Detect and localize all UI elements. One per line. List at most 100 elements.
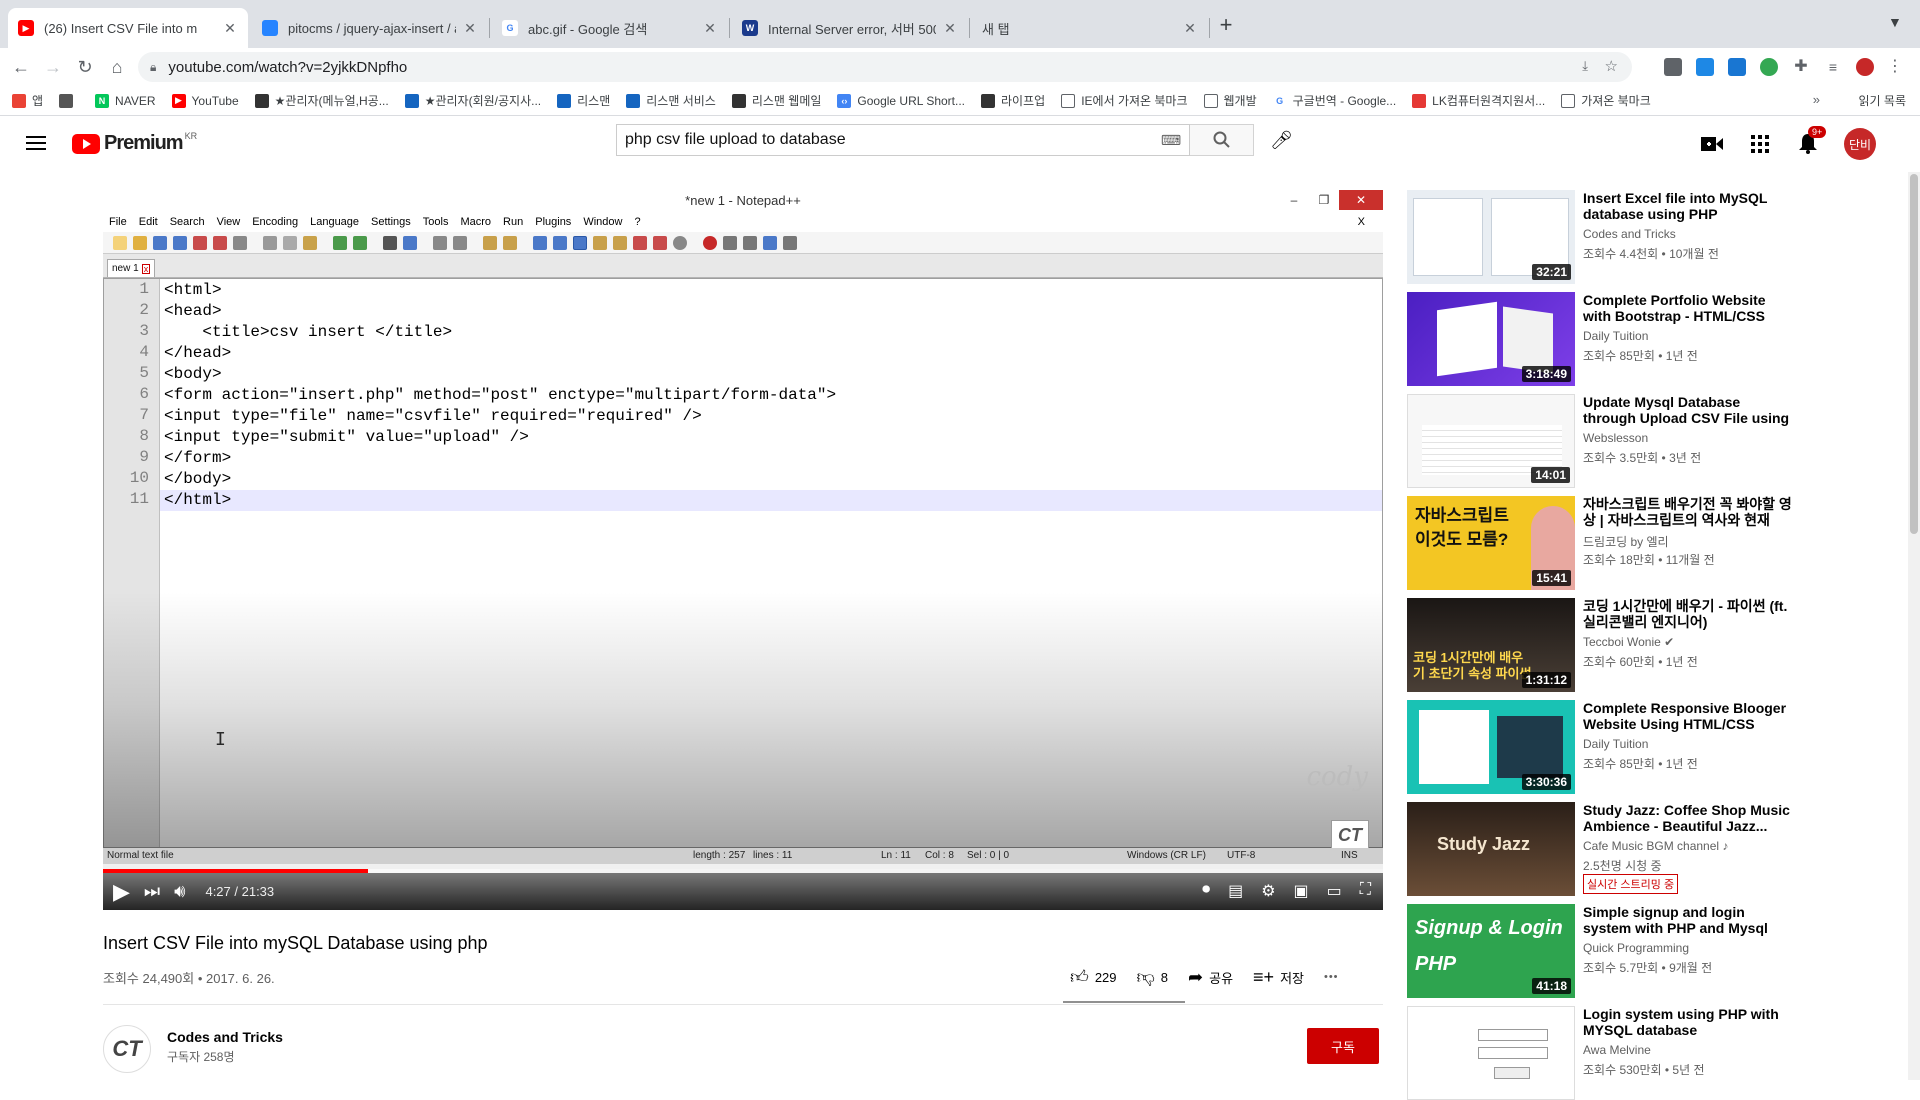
- recommendation-channel[interactable]: Daily Tuition: [1583, 737, 1648, 751]
- bookmark-item[interactable]: G 구글번역 - Google...: [1272, 92, 1396, 109]
- next-icon[interactable]: ⏭︎: [144, 881, 160, 902]
- recommendation-title[interactable]: Update Mysql Database through Upload CSV…: [1583, 394, 1793, 426]
- menu-kebab-icon[interactable]: ⋮: [1886, 58, 1904, 76]
- bookmark-item[interactable]: 리스맨 웹메일: [731, 92, 821, 109]
- recommendation-item[interactable]: 3:30:36 Complete Responsive Blooger Webs…: [1407, 700, 1907, 794]
- lock-icon[interactable]: 🔒︎: [150, 60, 156, 75]
- recommendation-channel[interactable]: Teccboi Wonie ✔: [1583, 635, 1674, 649]
- settings-gear-icon[interactable]: ⚙: [1261, 881, 1275, 901]
- puzzle-icon[interactable]: ✚: [1792, 58, 1810, 76]
- bookmark-folder[interactable]: IE에서 가져온 북마크: [1061, 92, 1188, 109]
- recommendation-title[interactable]: 코딩 1시간만에 배우기 - 파이썬 (ft. 실리콘밸리 엔지니어): [1583, 598, 1793, 630]
- home-icon[interactable]: ⌂: [106, 56, 128, 78]
- video-thumbnail[interactable]: Study Jazz: [1407, 802, 1575, 896]
- bookmark-naver[interactable]: N NAVER: [95, 93, 156, 108]
- channel-avatar[interactable]: CT: [103, 1025, 151, 1073]
- extension-icon[interactable]: [1696, 58, 1714, 76]
- recommendation-channel[interactable]: Daily Tuition: [1583, 329, 1648, 343]
- bookmark-item[interactable]: 리스맨: [557, 92, 610, 109]
- extension-icon[interactable]: [1664, 58, 1682, 76]
- video-thumbnail[interactable]: 32:21: [1407, 190, 1575, 284]
- reload-icon[interactable]: ↻: [74, 56, 96, 78]
- bookmark-apps[interactable]: 앱: [12, 92, 43, 109]
- recommendation-title[interactable]: Simple signup and login system with PHP …: [1583, 904, 1793, 936]
- browser-tab-youtube[interactable]: ▶ (26) Insert CSV File into m ✕: [8, 8, 248, 48]
- browser-tab-bitbucket[interactable]: pitocms / jquery-ajax-insert / a ✕: [252, 8, 488, 48]
- fullscreen-icon[interactable]: ⛶: [1360, 881, 1371, 901]
- miniplayer-icon[interactable]: ▣: [1294, 881, 1309, 901]
- evernote-icon[interactable]: [1760, 58, 1778, 76]
- save-button[interactable]: ≡+ 저장: [1253, 967, 1304, 988]
- autoplay-toggle-icon[interactable]: ⏺︎: [1202, 881, 1210, 901]
- page-scrollbar[interactable]: [1908, 172, 1920, 1080]
- recommendation-title[interactable]: Insert Excel file into MySQL database us…: [1583, 190, 1793, 222]
- back-icon[interactable]: ←: [10, 56, 32, 78]
- forward-icon[interactable]: →: [42, 56, 64, 78]
- recommendation-item[interactable]: Study Jazz Study Jazz: Coffee Shop Music…: [1407, 802, 1907, 896]
- subscribe-button[interactable]: 구독: [1307, 1028, 1379, 1064]
- close-tab-icon[interactable]: ✕: [222, 20, 238, 37]
- channel-name[interactable]: Codes and Tricks: [167, 1029, 283, 1045]
- recommendation-item[interactable]: 코딩 1시간만에 배우기 초단기 속성 파이썬 1:31:12 코딩 1시간만에…: [1407, 598, 1907, 692]
- account-avatar[interactable]: 단비: [1844, 128, 1876, 160]
- bookmark-folder[interactable]: 가져온 북마크: [1561, 92, 1651, 109]
- youtube-logo[interactable]: Premium KR: [72, 131, 197, 155]
- recommendation-item[interactable]: 32:21 Insert Excel file into MySQL datab…: [1407, 190, 1907, 284]
- video-thumbnail[interactable]: 코딩 1시간만에 배우기 초단기 속성 파이썬 1:31:12: [1407, 598, 1575, 692]
- media-icon[interactable]: ≡: [1824, 58, 1842, 76]
- recommendation-item[interactable]: 14:01 Update Mysql Database through Uplo…: [1407, 394, 1907, 488]
- browser-tab-error[interactable]: W Internal Server error, 서버 500 에 ✕: [732, 8, 968, 48]
- bookmark-youtube[interactable]: ▶ YouTube: [171, 93, 239, 108]
- search-button[interactable]: [1190, 124, 1254, 156]
- recommendation-item[interactable]: 자바스크립트 이것도 모름? 15:41 자바스크립트 배우기전 꼭 봐야할 영…: [1407, 496, 1907, 590]
- profile-icon[interactable]: [1856, 58, 1874, 76]
- video-thumbnail[interactable]: 3:30:36: [1407, 700, 1575, 794]
- bookmark-star-icon[interactable]: ☆: [1605, 57, 1618, 75]
- tab-search-icon[interactable]: ▼: [1888, 14, 1902, 30]
- bookmark-item[interactable]: 라이프업: [981, 92, 1045, 109]
- video-thumbnail[interactable]: 3:18:49: [1407, 292, 1575, 386]
- play-icon[interactable]: ▶: [113, 879, 130, 905]
- recommendation-item[interactable]: Login system using PHP with MYSQL databa…: [1407, 1006, 1907, 1100]
- extension-icon[interactable]: [1728, 58, 1746, 76]
- close-tab-icon[interactable]: ✕: [1182, 20, 1198, 37]
- bookmarks-overflow[interactable]: »: [1813, 92, 1820, 107]
- like-button[interactable]: 👍︎ 229: [1070, 966, 1117, 988]
- more-actions-icon[interactable]: •••: [1324, 971, 1339, 983]
- hamburger-menu-icon[interactable]: [24, 132, 48, 156]
- bookmark-item[interactable]: 리스맨 서비스: [626, 92, 716, 109]
- bookmark-item[interactable]: LK컴퓨터원격지원서...: [1412, 92, 1545, 109]
- video-thumbnail[interactable]: [1407, 1006, 1575, 1100]
- scrollbar-thumb[interactable]: [1910, 174, 1918, 534]
- search-input[interactable]: [617, 125, 1153, 155]
- close-tab-icon[interactable]: ✕: [942, 20, 958, 37]
- recommendation-channel[interactable]: Quick Programming: [1583, 941, 1689, 955]
- volume-icon[interactable]: 🔊︎: [174, 881, 185, 902]
- channel-watermark-logo[interactable]: CT: [1331, 820, 1369, 850]
- recommendation-title[interactable]: Login system using PHP with MYSQL databa…: [1583, 1006, 1793, 1038]
- keyboard-icon[interactable]: ⌨: [1153, 125, 1189, 155]
- microphone-icon[interactable]: 🎤︎: [1270, 130, 1293, 151]
- recommendation-title[interactable]: Study Jazz: Coffee Shop Music Ambience -…: [1583, 802, 1793, 834]
- bookmark-folder[interactable]: 웹개발: [1203, 92, 1257, 109]
- bookmark-item[interactable]: ‹› Google URL Short...: [837, 93, 965, 108]
- install-icon[interactable]: ⤓: [1582, 58, 1588, 74]
- recommendation-title[interactable]: 자바스크립트 배우기전 꼭 봐야할 영상 | 자바스크립트의 역사와 현재 그.…: [1583, 496, 1793, 528]
- bookmark-item[interactable]: ★관리자(회원/공지사...: [404, 92, 541, 109]
- bookmark-item[interactable]: [59, 93, 79, 108]
- recommendation-title[interactable]: Complete Portfolio Website with Bootstra…: [1583, 292, 1793, 324]
- subtitles-icon[interactable]: ▤: [1228, 881, 1243, 901]
- recommendation-title[interactable]: Complete Responsive Blooger Website Usin…: [1583, 700, 1793, 732]
- video-player[interactable]: *new 1 - Notepad++ – ❐ ✕ File Edit Searc…: [103, 190, 1383, 910]
- address-bar[interactable]: 🔒︎ youtube.com/watch?v=2yjkkDNpfho ⤓ ☆: [138, 52, 1632, 82]
- close-tab-icon[interactable]: ✕: [702, 20, 718, 37]
- video-thumbnail[interactable]: 14:01: [1407, 394, 1575, 488]
- apps-grid-icon[interactable]: [1748, 132, 1772, 156]
- browser-tab-newtab[interactable]: 새 탭 ✕: [972, 8, 1208, 48]
- video-thumbnail[interactable]: 자바스크립트 이것도 모름? 15:41: [1407, 496, 1575, 590]
- new-tab-icon[interactable]: +: [1212, 12, 1240, 40]
- dislike-button[interactable]: 👎︎ 8: [1137, 966, 1169, 988]
- bookmark-item[interactable]: ★관리자(메뉴얼,H공...: [254, 92, 389, 109]
- recommendation-item[interactable]: Signup & Login PHP 41:18 Simple signup a…: [1407, 904, 1907, 998]
- theater-mode-icon[interactable]: ▭: [1327, 881, 1342, 901]
